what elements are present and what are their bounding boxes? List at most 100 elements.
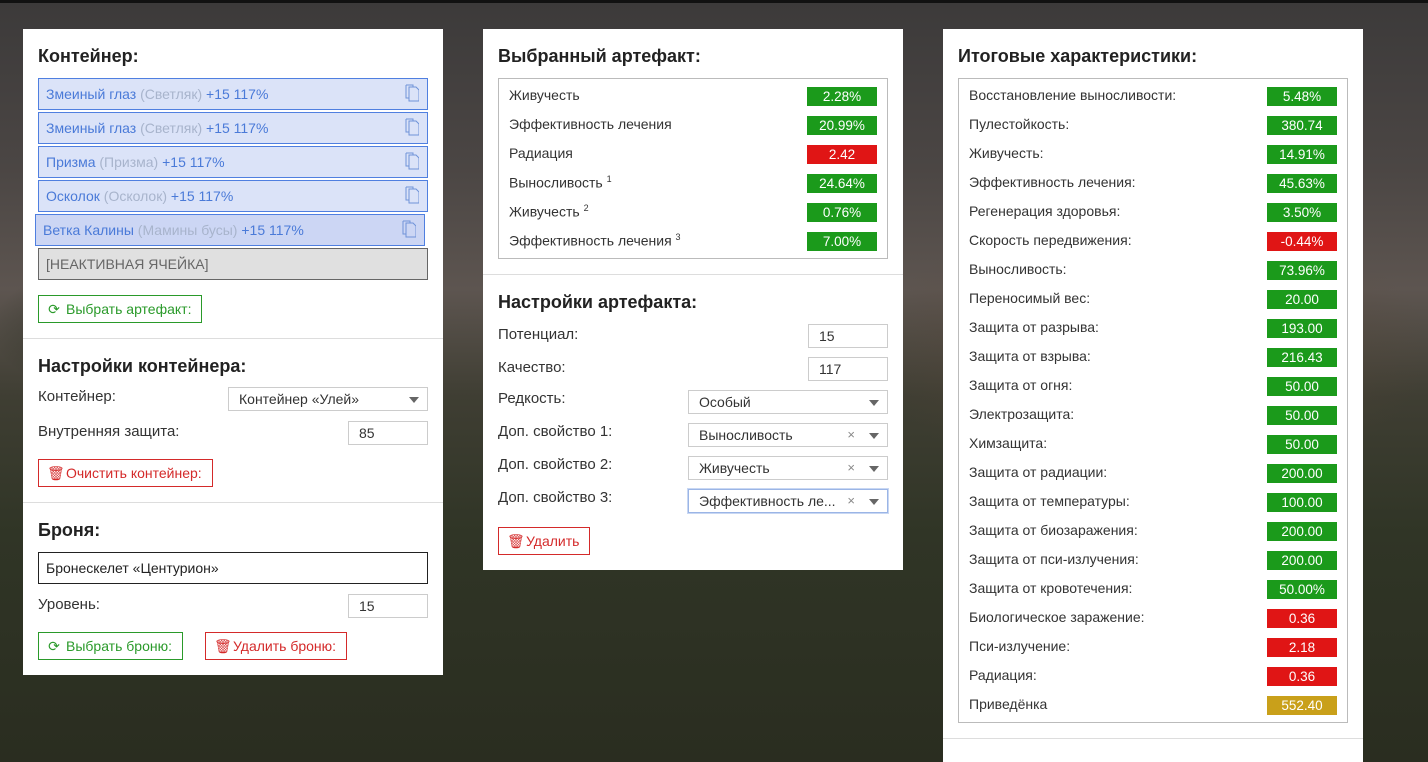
select-armor-button[interactable]: ⟳ Выбрать броню:	[38, 632, 183, 660]
clear-icon[interactable]: ×	[847, 424, 855, 446]
stat-row: Биологическое заражение: 0.36	[959, 601, 1347, 630]
potential-label: Потенциал:	[498, 326, 579, 343]
stat-value: 50.00	[1267, 377, 1337, 396]
top-bar	[0, 0, 1428, 3]
stat-name: Приведёнка	[969, 696, 1048, 712]
quality-label: Качество:	[498, 359, 566, 376]
select-artifact-button[interactable]: ⟳ Выбрать артефакт:	[38, 295, 203, 323]
stat-name: Восстановление выносливости:	[969, 87, 1177, 103]
stat-row: Пси-излучение: 2.18	[959, 630, 1347, 659]
divider	[483, 274, 903, 275]
extra2-value: Живучесть	[699, 460, 770, 476]
totals-stats-table: Восстановление выносливости: 5.48% Пулест…	[958, 78, 1348, 723]
stat-value: 2.42	[807, 145, 877, 164]
artifact-slot[interactable]: Призма (Призма) +15 117%	[38, 146, 428, 178]
stat-name: Защита от радиации:	[969, 464, 1108, 480]
stat-row: Защита от взрыва: 216.43	[959, 340, 1347, 369]
quality-input[interactable]: 117	[808, 357, 888, 381]
clear-icon[interactable]: ×	[847, 457, 855, 479]
stat-row: Восстановление выносливости: 5.48%	[959, 79, 1347, 108]
stat-row: Электрозащита: 50.00	[959, 398, 1347, 427]
copy-icon[interactable]	[405, 118, 419, 136]
chevron-down-icon	[869, 433, 879, 439]
divider	[943, 738, 1363, 739]
copy-icon[interactable]	[405, 152, 419, 170]
stat-value: 100.00	[1267, 493, 1337, 512]
potential-input[interactable]: 15	[808, 324, 888, 348]
stat-value: 200.00	[1267, 464, 1337, 483]
extra2-select[interactable]: Живучесть ×	[688, 456, 888, 480]
chevron-down-icon	[869, 499, 879, 505]
chevron-down-icon	[869, 400, 879, 406]
stat-name: Переносимый вес:	[969, 290, 1091, 306]
rarity-label: Редкость:	[498, 390, 566, 407]
stat-name: Живучесть:	[969, 145, 1044, 161]
armor-field[interactable]: Бронескелет «Центурион»	[38, 552, 428, 584]
container-panel: Контейнер: Змеиный глаз (Светляк) +15 11…	[23, 29, 443, 675]
stat-row: Выносливость 1 24.64%	[499, 166, 887, 195]
stat-row: Защита от радиации: 200.00	[959, 456, 1347, 485]
totals-panel: Итоговые характеристики: Восстановление …	[943, 29, 1363, 762]
delete-armor-button[interactable]: 🗑Удалить броню:	[205, 632, 348, 660]
divider	[23, 502, 443, 503]
slot-artifact-name: Осколок	[46, 188, 100, 204]
stat-row: Защита от разрыва: 193.00	[959, 311, 1347, 340]
extra1-label: Доп. свойство 1:	[498, 423, 613, 440]
rarity-select[interactable]: Особый	[688, 390, 888, 414]
rarity-value: Особый	[699, 394, 751, 410]
stat-name: Электрозащита:	[969, 406, 1075, 422]
stat-name: Биологическое заражение:	[969, 609, 1145, 625]
slot-artifact-bonus: +15 117%	[241, 222, 304, 238]
artifact-slot[interactable]: Осколок (Осколок) +15 117%	[38, 180, 428, 212]
stat-name: Защита от взрыва:	[969, 348, 1091, 364]
stat-row: Эффективность лечения 3 7.00%	[499, 224, 887, 253]
stat-name: Живучесть 2	[509, 203, 589, 220]
stat-name: Выносливость:	[969, 261, 1067, 277]
stat-row: Живучесть 2.28%	[499, 79, 887, 108]
artifact-slot[interactable]: Змеиный глаз (Светляк) +15 117%	[38, 112, 428, 144]
stat-name: Защита от пси-излучения:	[969, 551, 1139, 567]
extra1-select[interactable]: Выносливость ×	[688, 423, 888, 447]
stat-name: Пулестойкость:	[969, 116, 1070, 132]
stat-row: Живучесть: 14.91%	[959, 137, 1347, 166]
stat-name: Защита от температуры:	[969, 493, 1130, 509]
extra3-select[interactable]: Эффективность ле... ×	[688, 489, 888, 513]
stat-value: -0.44%	[1267, 232, 1337, 251]
stat-name: Регенерация здоровья:	[969, 203, 1121, 219]
stat-row: Регенерация здоровья: 3.50%	[959, 195, 1347, 224]
stat-row: Переносимый вес: 20.00	[959, 282, 1347, 311]
stat-row: Радиация 2.42	[499, 137, 887, 166]
container-type-label: Контейнер:	[38, 388, 116, 405]
protection-input[interactable]: 85	[348, 421, 428, 445]
artifact-slot[interactable]: Змеиный глаз (Светляк) +15 117%	[38, 78, 428, 110]
inactive-slot[interactable]: [НЕАКТИВНАЯ ЯЧЕЙКА]	[38, 248, 428, 280]
stat-value: 2.18	[1267, 638, 1337, 657]
container-type-select[interactable]: Контейнер «Улей»	[228, 387, 428, 411]
artifact-slot-dragging[interactable]: Ветка Калины (Мамины бусы) +15 117%	[35, 214, 425, 246]
stat-value: 20.00	[1267, 290, 1337, 309]
copy-icon[interactable]	[402, 220, 416, 238]
stat-row: Защита от пси-излучения: 200.00	[959, 543, 1347, 572]
stat-name: Скорость передвижения:	[969, 232, 1132, 248]
chevron-down-icon	[869, 466, 879, 472]
stat-row: Живучесть 2 0.76%	[499, 195, 887, 224]
stat-value: 50.00	[1267, 406, 1337, 425]
copy-icon[interactable]	[405, 186, 419, 204]
stat-value: 50.00%	[1267, 580, 1337, 599]
stat-name: Эффективность лечения 3	[509, 232, 681, 249]
slot-artifact-type: (Осколок)	[103, 188, 167, 204]
stat-row: Приведёнка 552.40	[959, 688, 1347, 717]
stat-row: Радиация: 0.36	[959, 659, 1347, 688]
stat-value: 24.64%	[807, 174, 877, 193]
stat-name: Живучесть	[509, 87, 580, 103]
copy-icon[interactable]	[405, 84, 419, 102]
trash-icon: 🗑	[47, 465, 65, 481]
stat-value: 193.00	[1267, 319, 1337, 338]
divider	[23, 338, 443, 339]
clear-container-button[interactable]: 🗑Очистить контейнер:	[38, 459, 213, 487]
clear-icon[interactable]: ×	[847, 490, 855, 512]
container-type-value: Контейнер «Улей»	[239, 391, 360, 407]
armor-level-input[interactable]: 15	[348, 594, 428, 618]
delete-artifact-button[interactable]: 🗑Удалить	[498, 527, 591, 555]
slot-artifact-type: (Мамины бусы)	[137, 222, 238, 238]
